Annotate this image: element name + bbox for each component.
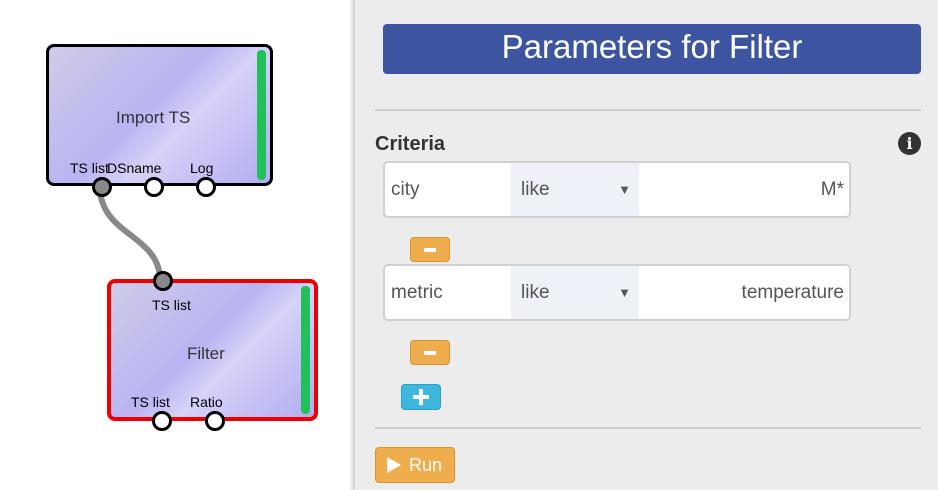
minus-icon [424, 248, 436, 252]
minus-icon [424, 351, 436, 355]
criteria-row: metric like ▼ temperature [383, 264, 851, 321]
criteria-value-input[interactable]: temperature [641, 266, 844, 319]
play-icon [387, 457, 401, 473]
output-port-dsname[interactable] [144, 177, 164, 197]
info-icon[interactable]: i [898, 132, 921, 155]
divider-bottom [375, 427, 921, 429]
remove-criteria-button[interactable] [410, 237, 450, 262]
panel-title: Parameters for Filter [383, 24, 921, 74]
criteria-value-input[interactable]: M* [641, 163, 844, 216]
criteria-operator-value: like [521, 179, 550, 200]
port-label-ratio: Ratio [190, 394, 223, 410]
node-title: Import TS [116, 108, 191, 127]
node-status-bar [257, 50, 266, 180]
port-label-ts-list-out: TS list [131, 394, 170, 410]
workflow-canvas[interactable]: Import TS TS list DSname Log TS list Fil… [0, 0, 355, 490]
chevron-down-icon: ▼ [618, 285, 631, 300]
criteria-row: city like ▼ M* [383, 161, 851, 218]
node-import-ts[interactable]: Import TS TS list DSname Log [46, 44, 273, 197]
output-port-ratio[interactable] [205, 411, 225, 431]
criteria-heading: Criteria [375, 133, 446, 155]
input-port-ts-list[interactable] [153, 271, 173, 291]
criteria-field-input[interactable]: metric [391, 266, 443, 319]
node-title: Filter [187, 344, 225, 363]
chevron-down-icon: ▼ [618, 182, 631, 197]
run-button-label: Run [409, 455, 443, 475]
add-criteria-button[interactable] [401, 384, 441, 410]
port-label-ts-list: TS list [70, 160, 109, 176]
criteria-field-input[interactable]: city [391, 163, 420, 216]
run-button[interactable]: Run [375, 447, 455, 483]
link-ts-list-to-filter [97, 184, 163, 283]
port-label-log: Log [190, 160, 214, 176]
node-filter[interactable]: TS list Filter TS list Ratio [107, 271, 318, 431]
remove-criteria-button[interactable] [410, 340, 450, 365]
criteria-operator-select[interactable]: like ▼ [511, 266, 639, 319]
plus-icon-vertical [419, 389, 423, 405]
divider-top [375, 109, 921, 111]
criteria-operator-select[interactable]: like ▼ [511, 163, 639, 216]
port-label-ts-list-in: TS list [152, 297, 191, 313]
port-label-dsname: DSname [107, 160, 162, 176]
criteria-operator-value: like [521, 282, 550, 303]
node-status-bar [301, 286, 310, 414]
output-port-log[interactable] [196, 177, 216, 197]
output-port-ts-list[interactable] [152, 411, 172, 431]
output-port-ts-list[interactable] [92, 177, 112, 197]
